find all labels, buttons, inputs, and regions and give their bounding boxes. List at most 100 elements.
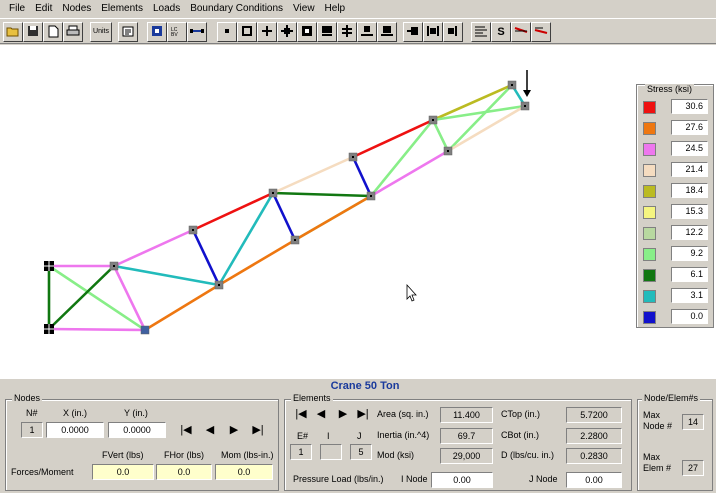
legend-swatch	[643, 143, 656, 156]
menu-help[interactable]: Help	[320, 1, 351, 17]
support-roller-x-button[interactable]	[257, 22, 277, 42]
truss-member[interactable]	[293, 194, 373, 242]
drawing-canvas[interactable]: Stress (ksi) 30.6 27.6 24.5 21.4 18.4 15…	[0, 45, 716, 378]
support-fixed-button[interactable]	[297, 22, 317, 42]
support-end-button[interactable]	[423, 22, 443, 42]
fixed-support-icon[interactable]	[44, 261, 54, 271]
element-number-field[interactable]: 1	[290, 444, 312, 460]
deformed-button[interactable]	[511, 22, 531, 42]
node-mode-button[interactable]	[147, 22, 167, 42]
support-end2-button[interactable]	[443, 22, 463, 42]
truss-member[interactable]	[271, 191, 297, 242]
moment-input[interactable]: 0.0	[215, 464, 273, 480]
save-icon	[27, 25, 39, 39]
next-node-button[interactable]: ▶	[226, 422, 242, 438]
stress-button[interactable]: S	[491, 22, 511, 42]
support-roller-y-button[interactable]	[277, 22, 297, 42]
fhor-input[interactable]: 0.0	[156, 464, 212, 480]
truss-member[interactable]	[47, 264, 116, 331]
support-end-icon	[427, 25, 439, 39]
legend-row: 12.2	[643, 225, 709, 241]
line-button[interactable]	[187, 22, 207, 42]
truss-member[interactable]	[191, 228, 221, 287]
line-icon	[190, 27, 204, 37]
element-number-label: E#	[297, 431, 309, 441]
support-clamp-button[interactable]	[357, 22, 377, 42]
first-node-button[interactable]: |◀	[178, 422, 194, 438]
print-button[interactable]	[63, 22, 83, 42]
inertia-field[interactable]: 69.7	[440, 428, 493, 444]
save-button[interactable]	[23, 22, 43, 42]
x-coordinate-input[interactable]: 0.0000	[46, 422, 104, 438]
truss-member[interactable]	[431, 118, 450, 153]
last-node-button[interactable]: ▶|	[250, 422, 266, 438]
truss-member[interactable]	[112, 264, 221, 287]
next-element-button[interactable]: ▶	[335, 406, 351, 422]
support-pin-button[interactable]	[237, 22, 257, 42]
open-button[interactable]	[3, 22, 23, 42]
truss-member[interactable]	[271, 155, 355, 195]
support-clamp-icon	[361, 25, 373, 39]
element-mode-button[interactable]: LC BV	[167, 22, 187, 42]
solve-button[interactable]	[471, 22, 491, 42]
truss-member[interactable]	[351, 118, 435, 159]
last-icon: ▶|	[357, 407, 369, 420]
truss-member[interactable]	[217, 238, 297, 287]
node-dot	[511, 84, 513, 86]
j-node-field[interactable]: 5	[350, 444, 372, 460]
fixed-support-icon[interactable]	[44, 324, 54, 334]
i-node-field[interactable]	[320, 444, 342, 460]
truss-member[interactable]	[369, 149, 450, 198]
truss-member[interactable]	[47, 327, 147, 332]
units-button[interactable]: Units	[90, 22, 112, 42]
truss-node[interactable]	[140, 325, 150, 335]
animate-button[interactable]	[531, 22, 551, 42]
last-element-button[interactable]: ▶|	[355, 406, 371, 422]
legend-value: 6.1	[671, 267, 708, 282]
jnode-pressure-input[interactable]: 0.00	[566, 472, 622, 488]
menu-nodes[interactable]: Nodes	[57, 1, 96, 17]
truss-member[interactable]	[369, 118, 435, 198]
menu-boundary-conditions[interactable]: Boundary Conditions	[185, 1, 288, 17]
legend-row: 24.5	[643, 141, 709, 157]
cbot-label: CBot (in.)	[501, 430, 540, 440]
y-coordinate-input[interactable]: 0.0000	[108, 422, 166, 438]
prev-node-button[interactable]: ◀	[202, 422, 218, 438]
modulus-field[interactable]: 29,000	[440, 448, 493, 464]
support-guided-button[interactable]	[317, 22, 337, 42]
cbot-field[interactable]: 2.2800	[566, 428, 622, 444]
open-icon	[6, 25, 20, 39]
menu-elements[interactable]: Elements	[96, 1, 148, 17]
toolbar: Units LC BV S	[0, 18, 716, 44]
node-mode-icon	[151, 25, 163, 39]
support-slider-button[interactable]	[337, 22, 357, 42]
elements-group-title: Elements	[291, 393, 333, 403]
node-number-field[interactable]: 1	[21, 422, 43, 438]
fvert-input[interactable]: 0.0	[92, 464, 154, 480]
menu-file[interactable]: File	[4, 1, 30, 17]
truss-member[interactable]	[112, 228, 195, 268]
area-field[interactable]: 11.400	[440, 407, 493, 423]
support-free-button[interactable]	[217, 22, 237, 42]
ctop-field[interactable]: 5.7200	[566, 407, 622, 423]
menu-view[interactable]: View	[288, 1, 320, 17]
properties-button[interactable]	[118, 22, 138, 42]
menu-edit[interactable]: Edit	[30, 1, 57, 17]
support-guided-icon	[321, 25, 333, 39]
legend-value: 27.6	[671, 120, 708, 135]
menu-loads[interactable]: Loads	[148, 1, 185, 17]
truss-member[interactable]	[271, 191, 373, 198]
load-arrow-icon[interactable]	[523, 70, 531, 97]
prev-element-button[interactable]: ◀	[313, 406, 329, 422]
truss-member[interactable]	[351, 155, 373, 198]
first-element-button[interactable]: |◀	[293, 406, 309, 422]
i-node-label: I	[327, 431, 330, 441]
inode-pressure-input[interactable]: 0.00	[431, 472, 493, 488]
support-hinge-button[interactable]	[403, 22, 423, 42]
support-rotational-button[interactable]	[377, 22, 397, 42]
truss-member[interactable]	[143, 283, 221, 332]
new-button[interactable]	[43, 22, 63, 42]
density-field[interactable]: 0.2830	[566, 448, 622, 464]
legend-title: Stress (ksi)	[645, 84, 694, 94]
support-free-icon	[222, 26, 232, 38]
